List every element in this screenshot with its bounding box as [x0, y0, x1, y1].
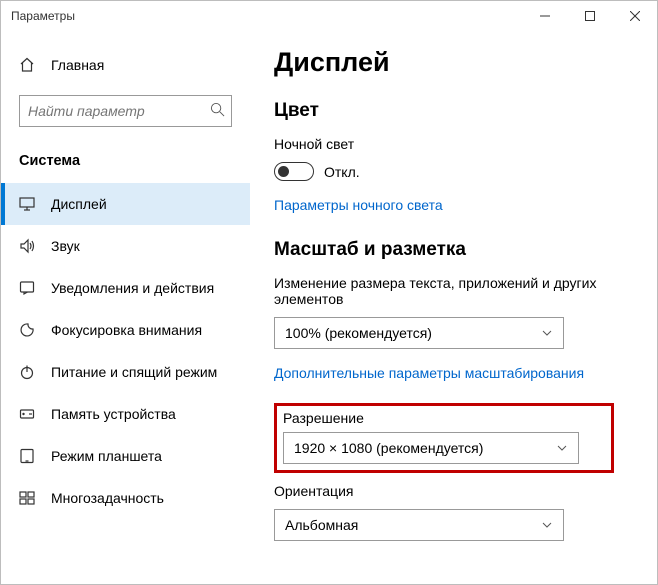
main-panel: Дисплей Цвет Ночной свет Откл. Параметры…	[250, 31, 657, 584]
night-light-state: Откл.	[324, 164, 360, 180]
nav-label: Память устройства	[51, 406, 176, 422]
sidebar-item-display[interactable]: Дисплей	[1, 183, 250, 225]
nav-label: Многозадачность	[51, 490, 164, 506]
focus-icon	[19, 322, 35, 338]
orientation-label: Ориентация	[274, 483, 633, 499]
sidebar-item-tablet[interactable]: Режим планшета	[1, 435, 250, 477]
orientation-value: Альбомная	[285, 517, 541, 533]
power-icon	[19, 364, 35, 380]
sound-icon	[19, 238, 35, 254]
scale-label: Изменение размера текста, приложений и д…	[274, 275, 633, 307]
nav-label: Фокусировка внимания	[51, 322, 202, 338]
sidebar-item-multitask[interactable]: Многозадачность	[1, 477, 250, 519]
settings-window: Параметры Главная Система Дис	[0, 0, 658, 585]
window-title: Параметры	[11, 9, 75, 23]
color-heading: Цвет	[274, 100, 633, 122]
chevron-down-icon	[541, 519, 553, 531]
orientation-dropdown[interactable]: Альбомная	[274, 509, 564, 541]
scale-dropdown[interactable]: 100% (рекомендуется)	[274, 317, 564, 349]
nav-label: Дисплей	[51, 196, 107, 212]
chevron-down-icon	[541, 327, 553, 339]
notifications-icon	[19, 280, 35, 296]
sidebar: Главная Система Дисплей Звук	[1, 31, 250, 584]
tablet-icon	[19, 448, 35, 464]
titlebar: Параметры	[1, 1, 657, 31]
night-light-settings-link[interactable]: Параметры ночного света	[274, 197, 443, 213]
storage-icon	[19, 406, 35, 422]
sidebar-item-notifications[interactable]: Уведомления и действия	[1, 267, 250, 309]
search-icon	[210, 102, 225, 120]
search-input[interactable]	[19, 95, 232, 127]
scale-value: 100% (рекомендуется)	[285, 325, 541, 341]
search-field[interactable]	[28, 103, 210, 119]
resolution-dropdown[interactable]: 1920 × 1080 (рекомендуется)	[283, 432, 579, 464]
night-light-label: Ночной свет	[274, 136, 633, 152]
nav-label: Звук	[51, 238, 80, 254]
home-label: Главная	[51, 57, 104, 73]
nav-list: Дисплей Звук Уведомления и действия Фоку…	[1, 183, 250, 519]
page-title: Дисплей	[274, 47, 633, 78]
chevron-down-icon	[556, 442, 568, 454]
content-area: Главная Система Дисплей Звук	[1, 31, 657, 584]
home-nav[interactable]: Главная	[1, 49, 250, 81]
sidebar-item-focus[interactable]: Фокусировка внимания	[1, 309, 250, 351]
nav-label: Уведомления и действия	[51, 280, 214, 296]
section-label: Система	[1, 145, 250, 183]
close-button[interactable]	[612, 1, 657, 31]
nav-label: Режим планшета	[51, 448, 162, 464]
resolution-value: 1920 × 1080 (рекомендуется)	[294, 440, 556, 456]
night-light-toggle-row: Откл.	[274, 162, 633, 181]
scale-heading: Масштаб и разметка	[274, 239, 633, 261]
resolution-highlight: Разрешение 1920 × 1080 (рекомендуется)	[274, 403, 614, 473]
display-icon	[19, 196, 35, 212]
maximize-button[interactable]	[567, 1, 612, 31]
sidebar-item-power[interactable]: Питание и спящий режим	[1, 351, 250, 393]
minimize-button[interactable]	[522, 1, 567, 31]
sidebar-item-storage[interactable]: Память устройства	[1, 393, 250, 435]
resolution-label: Разрешение	[283, 410, 605, 426]
advanced-scaling-link[interactable]: Дополнительные параметры масштабирования	[274, 365, 584, 381]
nav-label: Питание и спящий режим	[51, 364, 217, 380]
multitask-icon	[19, 490, 35, 506]
sidebar-item-sound[interactable]: Звук	[1, 225, 250, 267]
night-light-toggle[interactable]	[274, 162, 314, 181]
window-controls	[522, 1, 657, 31]
